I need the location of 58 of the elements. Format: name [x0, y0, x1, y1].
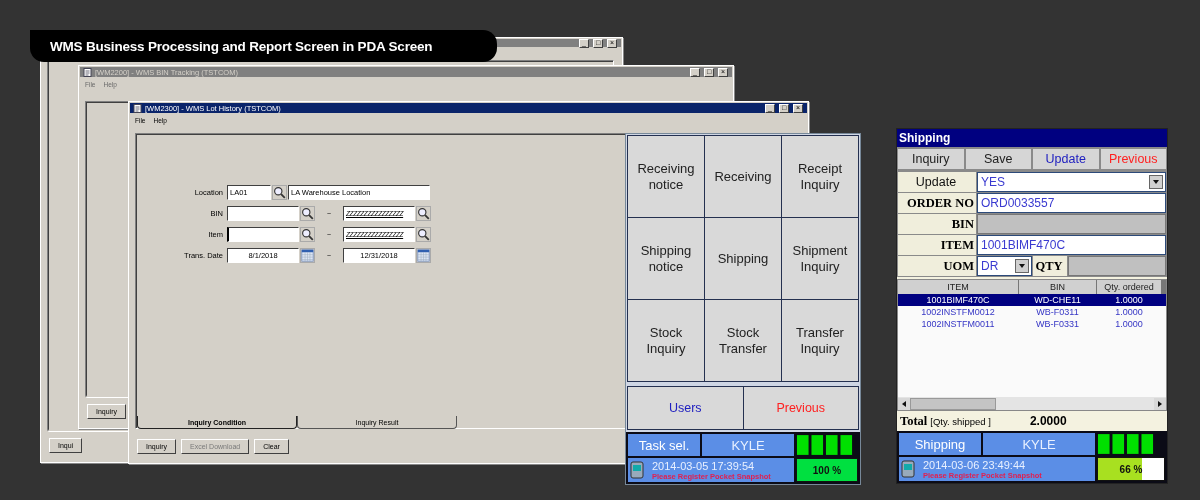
table-row[interactable]: 1002INSTFM0012 WB-F0311 1.0000: [898, 306, 1166, 318]
toolbar-button[interactable]: Save: [965, 149, 1031, 169]
search-icon[interactable]: [416, 227, 431, 242]
menu-tile[interactable]: Receiving notice: [628, 136, 704, 217]
field-label: ITEM: [898, 235, 976, 255]
user-name: KYLE: [983, 433, 1095, 455]
table-row[interactable]: 1002INSTFM0011 WB-F0331 1.0000: [898, 318, 1166, 330]
battery-reading: 66 %: [1119, 463, 1143, 475]
date-time: 2014-03-05 17:39:54: [652, 459, 755, 472]
status-label: Shipping: [899, 433, 981, 455]
status-label: Task sel.: [628, 434, 700, 456]
field-label: BIN: [898, 214, 976, 234]
scroll-right-icon[interactable]: [1154, 397, 1166, 410]
calendar-icon[interactable]: [300, 248, 315, 263]
menu-tile[interactable]: Shipping: [705, 218, 781, 299]
input-field[interactable]: ORD0033557: [977, 193, 1166, 213]
signal-icon: [1097, 433, 1155, 455]
device-icon: [901, 460, 915, 478]
dropdown-field[interactable]: YES: [977, 172, 1166, 192]
total-field-label: [Qty. shipped ]: [930, 415, 991, 427]
menu-tile[interactable]: Receipt Inquiry: [782, 136, 858, 217]
menu-tile[interactable]: Stock Inquiry: [628, 300, 704, 381]
field-label: ORDER NO: [898, 193, 976, 213]
search-icon[interactable]: [300, 206, 315, 221]
screen-title: Shipping: [897, 129, 1167, 147]
caption-banner: WMS Business Processing and Report Screen in PDA Screen: [30, 30, 497, 62]
calendar-icon[interactable]: [416, 248, 431, 263]
user-name: KYLE: [702, 434, 794, 456]
input-field[interactable]: [227, 227, 299, 242]
scroll-left-icon[interactable]: [898, 397, 910, 410]
menu-tile[interactable]: Receiving: [705, 136, 781, 217]
signal-icon: [796, 434, 854, 456]
battery-reading: 100 %: [812, 464, 842, 476]
column-header: BIN: [1019, 280, 1096, 294]
dropdown-field[interactable]: DR: [977, 256, 1032, 276]
field-label: QTY: [1033, 256, 1067, 276]
input-field[interactable]: 1001BIMF470C: [977, 235, 1166, 255]
nav-button[interactable]: Users: [628, 387, 743, 429]
input-field[interactable]: [227, 206, 299, 221]
scrollbar-thumb[interactable]: [910, 397, 996, 410]
device-icon: [630, 461, 644, 479]
menu-tile[interactable]: Stock Transfer: [705, 300, 781, 381]
column-header: ITEM: [898, 280, 1018, 294]
menu-tile[interactable]: Shipping notice: [628, 218, 704, 299]
field-label: Update: [898, 172, 976, 192]
search-icon[interactable]: [300, 227, 315, 242]
menu-tile[interactable]: Transfer Inquiry: [782, 300, 858, 381]
toolbar-button[interactable]: Inquiry: [898, 149, 964, 169]
search-icon[interactable]: [416, 206, 431, 221]
table-row[interactable]: 1001BIMF470C WD-CHE11 1.0000: [898, 294, 1166, 306]
toolbar-button[interactable]: Update: [1033, 149, 1099, 169]
total-value: 2.0000: [1029, 414, 1067, 428]
column-header: Qty. ordered: [1097, 280, 1161, 294]
search-icon[interactable]: [272, 185, 287, 200]
total-label: Total: [900, 413, 928, 429]
date-time: 2014-03-06 23:49:44: [923, 458, 1026, 471]
menu-tile[interactable]: Shipment Inquiry: [782, 218, 858, 299]
field-label: UOM: [898, 256, 976, 276]
